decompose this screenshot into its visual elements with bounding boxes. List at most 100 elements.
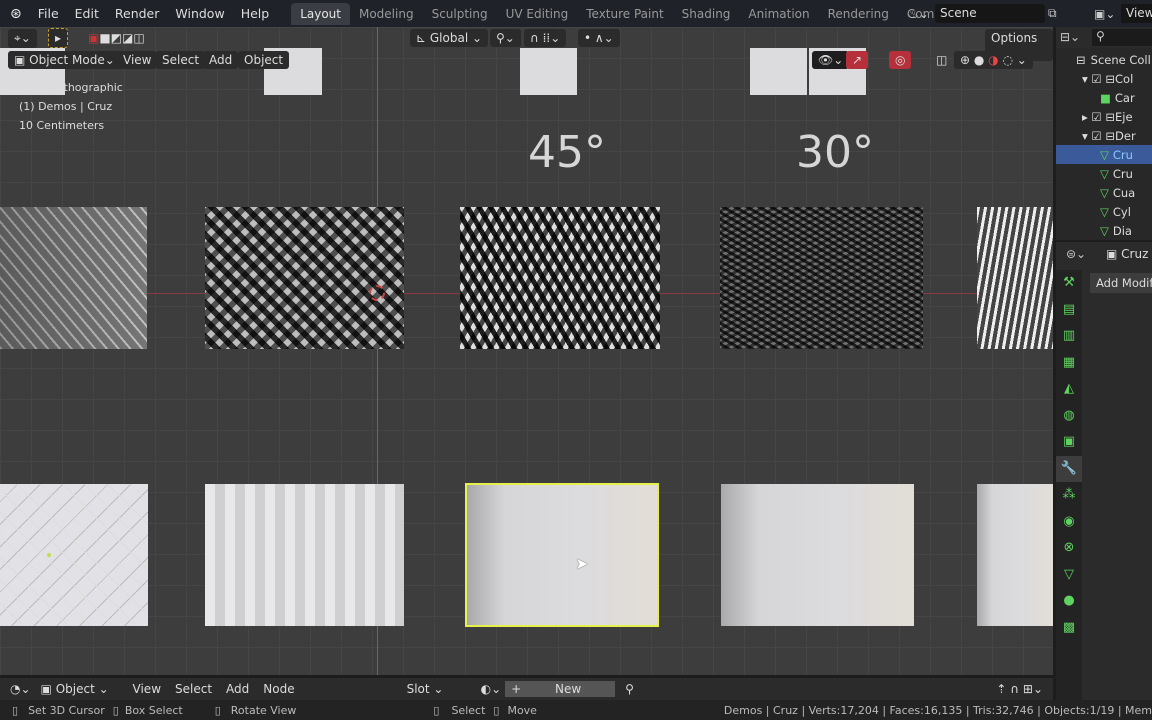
outliner-item[interactable]: ▽ Cua: [1056, 183, 1152, 202]
node-menu-node[interactable]: Node: [263, 682, 294, 696]
properties-type-icon[interactable]: ⊜⌄: [1066, 247, 1086, 261]
visibility-icon[interactable]: 👁⌄: [812, 51, 850, 69]
tab-uv-editing[interactable]: UV Editing: [497, 3, 578, 25]
render-tab-icon[interactable]: ▤: [1056, 297, 1082, 324]
select-tool-icon[interactable]: ▸: [48, 28, 69, 48]
menu-file[interactable]: File: [30, 6, 67, 21]
display-mode-icon[interactable]: ⊟⌄: [1060, 30, 1080, 44]
search-icon[interactable]: ⚲: [1092, 29, 1152, 46]
slot-dropdown[interactable]: Slot ⌄: [407, 682, 477, 696]
scene-tab-icon[interactable]: ◭: [1056, 376, 1082, 403]
outliner: ⊟ Scene Coll ▾ ☑ ⊟ Col ■ Car ▸ ☑ ⊟ Eje ▾ ☑…: [1056, 48, 1152, 240]
3d-viewport[interactable]: 45° 30° ➤ ⌖⌄ ▸ ▣■◩◪◫ ⊾ Global ⌄ ⚲⌄ ∩ ⁞⁞⌄…: [0, 27, 1053, 675]
outliner-item[interactable]: ▸ ☑ ⊟ Eje: [1056, 107, 1152, 126]
pivot-icon[interactable]: ⚲⌄: [490, 29, 521, 47]
mesh-cylinder[interactable]: [0, 484, 148, 626]
tab-modeling[interactable]: Modeling: [350, 3, 423, 25]
object-dropdown[interactable]: ▣ Object ⌄: [41, 682, 121, 696]
status-hint: Move: [507, 703, 537, 717]
node-menu-add[interactable]: Add: [226, 682, 249, 696]
menu-render[interactable]: Render: [107, 6, 168, 21]
view-layer-icon[interactable]: ▣⌄: [1094, 7, 1115, 21]
scene-field[interactable]: Scene: [935, 4, 1045, 23]
texture-tab-icon[interactable]: ▩: [1056, 615, 1082, 642]
outliner-item[interactable]: ▽ Cru: [1056, 164, 1152, 183]
view-layer-tab-icon[interactable]: ▦: [1056, 350, 1082, 377]
xray-icon[interactable]: ◫: [930, 51, 953, 69]
viewport-menu-view[interactable]: View: [117, 51, 158, 69]
outliner-item[interactable]: ⊟ Scene Coll: [1056, 50, 1152, 69]
mesh-object[interactable]: [750, 48, 807, 95]
snap-icon[interactable]: ∩ ⁞⁞⌄: [524, 29, 567, 47]
select-mode-icons[interactable]: ▣■◩◪◫: [82, 29, 151, 47]
menu-window[interactable]: Window: [167, 6, 232, 21]
textured-cylinder[interactable]: [205, 207, 404, 349]
tab-shading[interactable]: Shading: [673, 3, 740, 25]
object-info: (1) Demos | Cruz: [19, 100, 113, 113]
data-tab-icon[interactable]: ▽: [1056, 562, 1082, 589]
menu-edit[interactable]: Edit: [67, 6, 107, 21]
outliner-item[interactable]: ■ Car: [1056, 88, 1152, 107]
physics-tab-icon[interactable]: ◉: [1056, 509, 1082, 536]
overlay-icon[interactable]: ◎: [889, 51, 912, 69]
gizmo-icon[interactable]: ↗: [846, 51, 869, 69]
view-layer-field[interactable]: View: [1121, 4, 1152, 23]
material-tab-icon[interactable]: ●: [1056, 588, 1082, 615]
blender-logo-icon[interactable]: ⊛: [10, 6, 22, 22]
snap-icons[interactable]: ⇡ ∩ ⊞⌄: [996, 682, 1043, 696]
object-tab-icon[interactable]: ▣: [1056, 429, 1082, 456]
textured-cylinder[interactable]: [0, 207, 147, 349]
shading-modes-icons[interactable]: ⊕ ● ◑ ◌ ⌄: [954, 51, 1033, 69]
modifier-tab-icon[interactable]: 🔧: [1056, 455, 1082, 482]
outliner-item[interactable]: ▽ Dia: [1056, 221, 1152, 240]
mesh-icon: ▽: [1100, 204, 1109, 219]
angle-label-30: 30°: [796, 127, 874, 178]
node-menu-view[interactable]: View: [133, 682, 161, 696]
mouse-right-icon: ▯: [493, 703, 500, 717]
tool-tab-icon[interactable]: ⚒: [1056, 270, 1082, 297]
textured-cylinder[interactable]: [460, 207, 660, 349]
mesh-icon: ▽: [1100, 147, 1109, 162]
menu-help[interactable]: Help: [233, 6, 278, 21]
grid-scale: 10 Centimeters: [19, 119, 105, 132]
node-menu-select[interactable]: Select: [175, 682, 212, 696]
textured-cylinder[interactable]: [977, 207, 1053, 349]
mesh-cylinder[interactable]: [721, 484, 914, 626]
particles-tab-icon[interactable]: ⁂: [1056, 482, 1082, 509]
transform-orientation-dropdown[interactable]: ⊾ Global ⌄: [410, 29, 489, 47]
proportional-edit-icon[interactable]: • ∧⌄: [578, 29, 620, 47]
selected-mesh-cylinder[interactable]: [465, 483, 659, 627]
angle-label-45: 45°: [528, 127, 606, 178]
outliner-item[interactable]: ▽ Cyl: [1056, 202, 1152, 221]
new-scene-icon[interactable]: ⧉: [1048, 6, 1057, 21]
viewport-menu-select[interactable]: Select: [156, 51, 206, 69]
textured-cylinder[interactable]: [720, 207, 923, 349]
3d-cursor-icon[interactable]: [369, 285, 385, 301]
mesh-object[interactable]: [520, 48, 577, 95]
new-material-button[interactable]: + New: [505, 681, 616, 697]
mesh-cylinder[interactable]: [205, 484, 404, 626]
constraints-tab-icon[interactable]: ⊗: [1056, 535, 1082, 562]
outliner-item[interactable]: ▾ ☑ ⊟ Der: [1056, 126, 1152, 145]
viewport-menu-object[interactable]: Object: [238, 51, 290, 69]
material-browse-icon[interactable]: ◐⌄: [481, 682, 502, 696]
tab-layout[interactable]: Layout: [291, 2, 350, 25]
mesh-cylinder[interactable]: [977, 484, 1053, 626]
world-tab-icon[interactable]: ◍: [1056, 403, 1082, 430]
tab-animation[interactable]: Animation: [739, 3, 818, 25]
outliner-item[interactable]: ▾ ☑ ⊟ Col: [1056, 69, 1152, 88]
outliner-item-selected[interactable]: ▽ Cru: [1056, 145, 1152, 164]
tab-texture-paint[interactable]: Texture Paint: [577, 3, 672, 25]
scene-collection-icon: ⊟: [1076, 52, 1086, 67]
pin-icon[interactable]: ⚲: [625, 682, 634, 696]
viewport-menu-add[interactable]: Add: [203, 51, 239, 69]
output-tab-icon[interactable]: ▥: [1056, 323, 1082, 350]
scene-selector-icon[interactable]: ♨⌄: [908, 7, 929, 21]
editor-type-icon[interactable]: ◔⌄: [10, 682, 31, 696]
tab-rendering[interactable]: Rendering: [819, 3, 898, 25]
tab-sculpting[interactable]: Sculpting: [423, 3, 497, 25]
mouse-drag-icon: ▯: [112, 703, 119, 717]
object-mode-dropdown[interactable]: ▣ Object Mode⌄: [8, 51, 121, 69]
add-modifier-button[interactable]: Add Modifi: [1090, 273, 1152, 293]
editor-type-icon[interactable]: ⌖⌄: [8, 29, 37, 48]
